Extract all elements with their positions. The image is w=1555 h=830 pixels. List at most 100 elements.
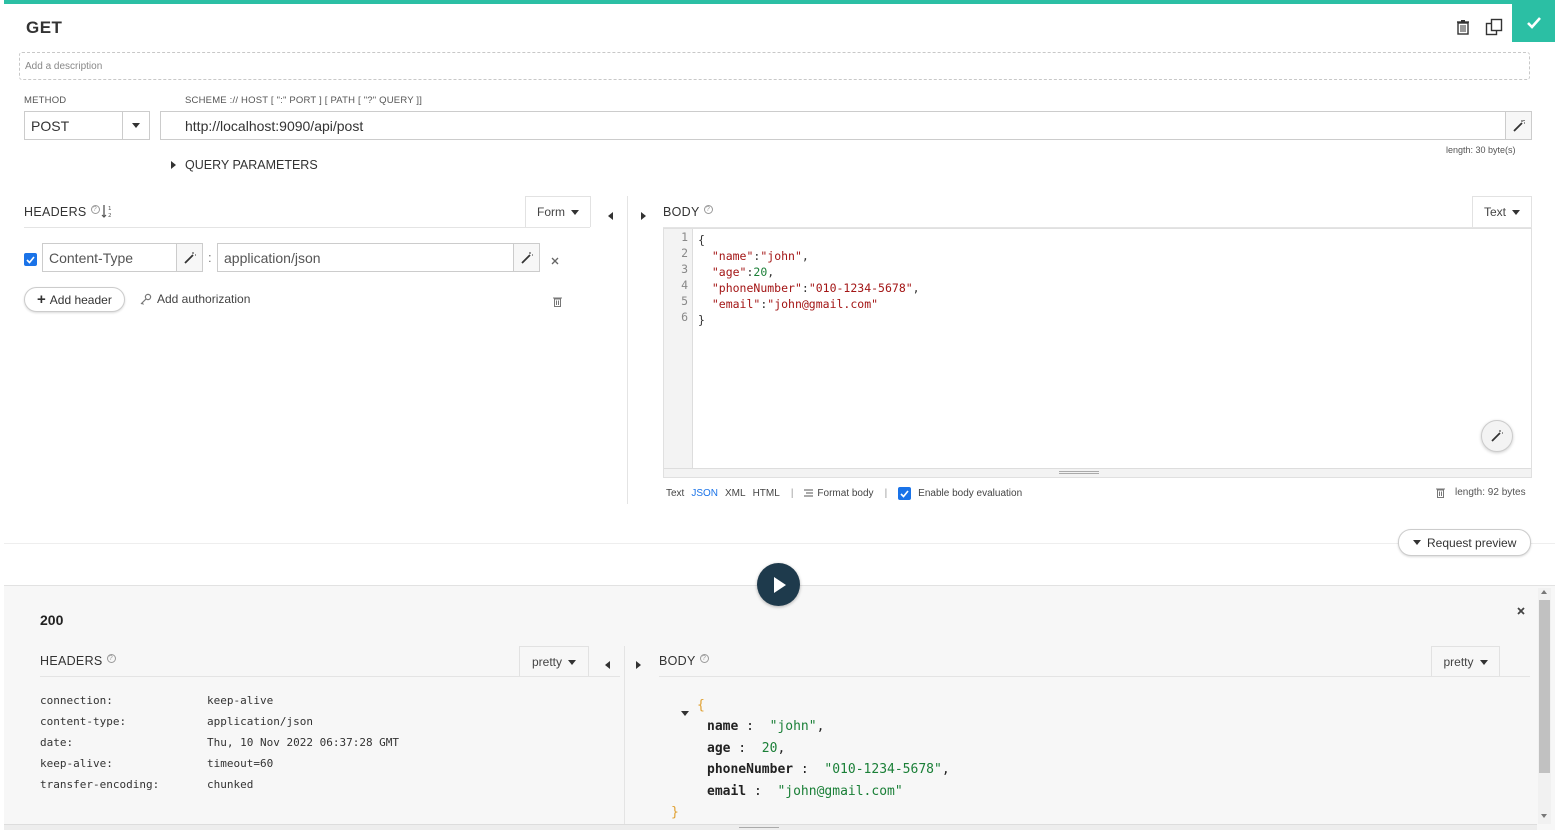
- divider: [24, 227, 590, 228]
- response-headers-title: HEADERS?: [40, 654, 116, 668]
- header-name-input[interactable]: Content-Type: [42, 243, 177, 272]
- line-number: 5: [681, 294, 688, 308]
- code-line: "phoneNumber":"010-1234-5678",: [711, 281, 920, 295]
- json-field: name : "john",: [707, 719, 825, 734]
- body-footer: Text JSON XML HTML | Format body | Enabl…: [666, 487, 1022, 500]
- help-icon: ?: [703, 205, 713, 214]
- body-editor[interactable]: 1 2 3 4 5 6 { "name":"john", "age":20, "…: [663, 228, 1532, 478]
- format-json-option[interactable]: JSON: [691, 488, 718, 499]
- format-body-button[interactable]: Format body: [804, 488, 874, 499]
- json-collapse-toggle[interactable]: [681, 703, 689, 721]
- collapse-left-icon[interactable]: [608, 207, 613, 225]
- response-header-value: chunked: [207, 778, 254, 791]
- divider: [40, 676, 620, 677]
- format-text-option[interactable]: Text: [666, 488, 684, 499]
- chevron-down-icon: [568, 659, 576, 665]
- magic-wand-icon: [183, 251, 196, 264]
- chevron-down-icon: [122, 112, 149, 139]
- format-body-label: Format body: [817, 488, 874, 499]
- check-icon: [1526, 17, 1541, 29]
- request-preview-button[interactable]: Request preview: [1398, 529, 1532, 556]
- description-input[interactable]: Add a description: [19, 52, 1530, 80]
- header-value-wand-button[interactable]: [513, 243, 540, 272]
- body-wand-button[interactable]: [1481, 420, 1513, 452]
- response-header-key: content-type:: [40, 715, 127, 728]
- method-label: METHOD: [24, 95, 67, 106]
- json-field: email : "john@gmail.com": [707, 783, 903, 799]
- method-value: POST: [31, 118, 70, 134]
- response-body-mode-dropdown[interactable]: pretty: [1431, 646, 1500, 677]
- divider: |: [790, 488, 794, 499]
- response-header-key: transfer-encoding:: [40, 778, 160, 791]
- json-close-brace: }: [671, 805, 679, 820]
- response-headers-mode-label: pretty: [531, 655, 562, 669]
- response-json-body: name : "john", age : 20, phoneNumber : "…: [707, 719, 950, 805]
- header-enabled-checkbox[interactable]: [24, 253, 37, 266]
- key-icon: [140, 293, 152, 305]
- editor-resize-handle[interactable]: [664, 468, 1531, 477]
- response-header-value: keep-alive: [207, 694, 274, 707]
- json-open-brace: {: [697, 698, 705, 713]
- json-field: phoneNumber : "010-1234-5678",: [707, 762, 950, 777]
- query-parameters-toggle[interactable]: QUERY PARAMETERS: [171, 158, 318, 172]
- add-authorization-link[interactable]: Add authorization: [140, 292, 250, 306]
- add-header-button[interactable]: + Add header: [24, 287, 125, 312]
- format-html-option[interactable]: HTML: [753, 488, 780, 499]
- response-header-value: application/json: [207, 715, 313, 728]
- line-number: 1: [681, 230, 688, 244]
- collapse-right-icon[interactable]: [641, 207, 646, 225]
- header-name-wand-button[interactable]: [176, 243, 203, 272]
- code-line: {: [698, 233, 705, 247]
- response-headers-mode-dropdown[interactable]: pretty: [519, 646, 589, 677]
- line-number: 4: [681, 278, 688, 292]
- format-xml-option[interactable]: XML: [725, 488, 746, 499]
- trash-icon[interactable]: [1436, 487, 1445, 498]
- chevron-down-icon: [1413, 540, 1421, 545]
- url-input[interactable]: http://localhost:9090/api/post: [160, 111, 1506, 140]
- help-icon: ?: [90, 205, 100, 214]
- body-length-area: length: 92 bytes: [1436, 487, 1526, 498]
- send-request-button[interactable]: [757, 563, 800, 606]
- code-line: }: [698, 313, 705, 327]
- plus-icon: +: [37, 290, 46, 308]
- header-separator: :: [208, 250, 212, 265]
- query-parameters-label: QUERY PARAMETERS: [185, 158, 318, 172]
- trash-icon[interactable]: [553, 294, 562, 312]
- magic-wand-icon: [1491, 430, 1503, 442]
- divider: [659, 676, 1530, 677]
- response-scrollbar-thumb[interactable]: [1539, 600, 1550, 773]
- headers-mode-dropdown[interactable]: Form: [525, 196, 591, 227]
- close-icon[interactable]: [550, 253, 560, 271]
- top-accent-bar: [4, 0, 1555, 4]
- response-resize-handle[interactable]: [4, 824, 1537, 830]
- duplicate-icon[interactable]: [1483, 16, 1505, 38]
- collapse-right-icon[interactable]: [636, 656, 641, 674]
- scroll-up-icon[interactable]: [1541, 590, 1547, 594]
- magic-wand-icon: [520, 251, 533, 264]
- line-number: 6: [681, 310, 688, 324]
- collapse-left-icon[interactable]: [605, 656, 610, 674]
- body-mode-dropdown[interactable]: Text: [1472, 196, 1532, 227]
- scroll-down-icon[interactable]: [1541, 814, 1547, 818]
- method-select[interactable]: POST: [24, 111, 150, 140]
- format-lines-icon: [804, 489, 814, 497]
- url-length: length: 30 byte(s): [1446, 145, 1516, 155]
- line-number-gutter: 1 2 3 4 5 6: [664, 229, 693, 468]
- chevron-down-icon: [571, 209, 579, 215]
- enable-body-eval-checkbox[interactable]: [898, 487, 912, 500]
- close-response-icon[interactable]: [1516, 603, 1526, 621]
- url-label: SCHEME :// HOST [ ":" PORT ] [ PATH [ "?…: [185, 95, 423, 106]
- url-wand-button[interactable]: [1505, 111, 1532, 140]
- sort-icon[interactable]: 12: [101, 204, 115, 223]
- code-line: "age":20,: [711, 265, 775, 279]
- header-value-input[interactable]: application/json: [217, 243, 514, 272]
- trash-icon[interactable]: [1452, 16, 1474, 38]
- svg-text:2: 2: [108, 213, 112, 218]
- save-check-button[interactable]: [1512, 4, 1555, 42]
- line-number: 3: [681, 262, 688, 276]
- add-header-label: Add header: [49, 292, 112, 307]
- request-preview-label: Request preview: [1427, 535, 1517, 550]
- code-area[interactable]: { "name":"john", "age":20, "phoneNumber"…: [698, 232, 920, 328]
- response-body-mode-label: pretty: [1443, 655, 1474, 669]
- headers-mode-label: Form: [537, 205, 565, 219]
